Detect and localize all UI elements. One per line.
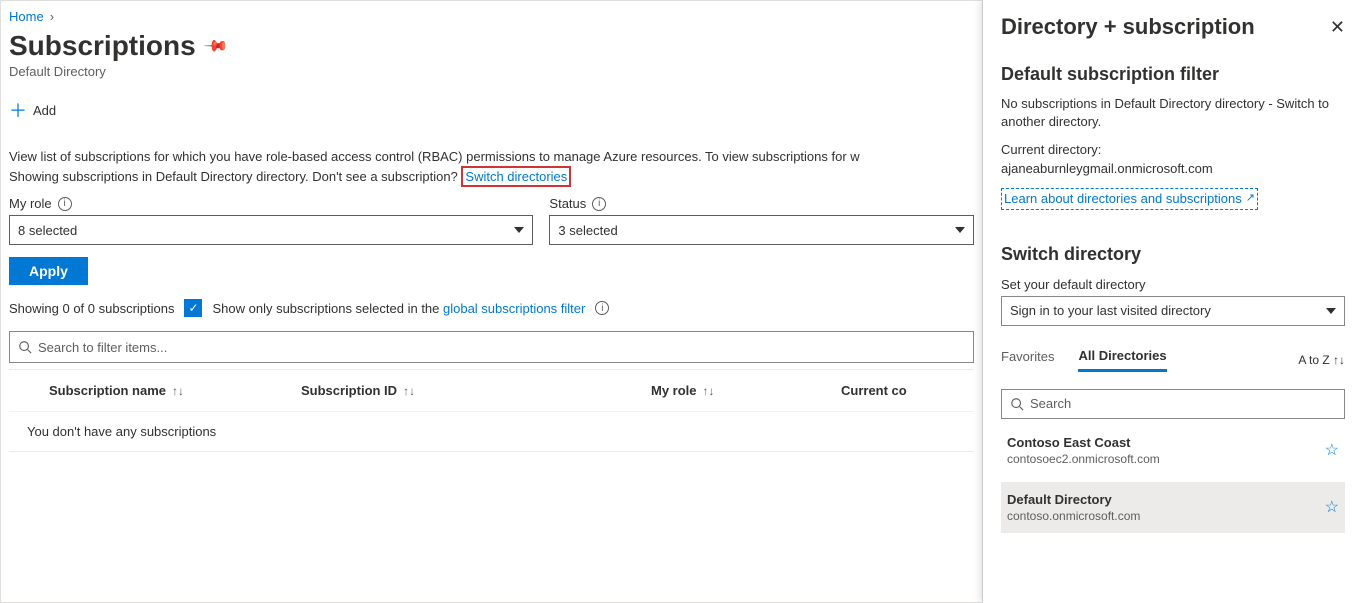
star-icon[interactable]: ☆	[1325, 497, 1339, 517]
directory-subscription-panel: Directory + subscription ✕ Default subsc…	[983, 0, 1363, 603]
current-directory-label: Current directory:	[1001, 141, 1345, 159]
sort-icon[interactable]: ↑↓	[403, 384, 415, 398]
search-input[interactable]: Search to filter items...	[9, 331, 974, 363]
show-only-label: Show only subscriptions selected in the …	[212, 301, 585, 316]
search-icon	[1010, 397, 1024, 411]
plus-icon: ＋	[9, 97, 27, 123]
current-directory-value: ajaneaburnleygmail.onmicrosoft.com	[1001, 160, 1345, 178]
directory-domain: contosoec2.onmicrosoft.com	[1007, 452, 1160, 466]
main-content: Home › Subscriptions 📌 Default Directory…	[0, 0, 983, 603]
col-my-role[interactable]: My role	[651, 383, 697, 398]
default-filter-heading: Default subscription filter	[1001, 64, 1345, 85]
chevron-down-icon	[1326, 308, 1336, 314]
panel-title: Directory + subscription	[1001, 14, 1255, 40]
pin-icon[interactable]: 📌	[202, 32, 230, 60]
subscriptions-table: Subscription name ↑↓ Subscription ID ↑↓ My…	[9, 369, 974, 452]
default-directory-dropdown[interactable]: Sign in to your last visited directory	[1001, 296, 1345, 326]
directory-name: Default Directory	[1007, 492, 1140, 507]
switch-directories-link[interactable]: Switch directories	[465, 169, 567, 184]
showing-count: Showing 0 of 0 subscriptions	[9, 301, 174, 316]
set-default-label: Set your default directory	[1001, 277, 1345, 292]
search-icon	[18, 340, 32, 354]
external-link-icon: ↗	[1246, 191, 1255, 206]
col-current-cost[interactable]: Current co	[841, 383, 907, 398]
empty-row: You don't have any subscriptions	[9, 412, 974, 451]
sort-icon[interactable]: ↑↓	[172, 384, 184, 398]
add-button[interactable]: Add	[33, 103, 56, 118]
info-icon[interactable]: i	[592, 197, 606, 211]
learn-link[interactable]: Learn about directories and subscription…	[1001, 188, 1258, 210]
page-subtitle: Default Directory	[9, 64, 974, 79]
sort-toggle[interactable]: A to Z ↑↓	[1298, 353, 1345, 367]
chevron-right-icon: ›	[50, 9, 54, 24]
tab-favorites[interactable]: Favorites	[1001, 349, 1054, 370]
description-text: View list of subscriptions for which you…	[9, 147, 974, 186]
my-role-label: My role	[9, 196, 52, 211]
chevron-down-icon	[514, 227, 524, 233]
breadcrumb: Home ›	[9, 9, 974, 24]
show-only-checkbox[interactable]: ✓	[184, 299, 202, 317]
info-icon[interactable]: i	[58, 197, 72, 211]
global-filter-link[interactable]: global subscriptions filter	[443, 301, 585, 316]
sort-icon[interactable]: ↑↓	[703, 384, 715, 398]
star-icon[interactable]: ☆	[1325, 440, 1339, 460]
col-subscription-name[interactable]: Subscription name	[49, 383, 166, 398]
directory-name: Contoso East Coast	[1007, 435, 1160, 450]
directory-search-input[interactable]: Search	[1001, 389, 1345, 419]
tab-all-directories[interactable]: All Directories	[1078, 348, 1166, 372]
col-subscription-id[interactable]: Subscription ID	[301, 383, 397, 398]
apply-button[interactable]: Apply	[9, 257, 88, 285]
status-dropdown[interactable]: 3 selected	[549, 215, 974, 245]
status-label: Status	[549, 196, 586, 211]
info-icon[interactable]: i	[595, 301, 609, 315]
breadcrumb-home[interactable]: Home	[9, 9, 44, 24]
switch-directory-heading: Switch directory	[1001, 244, 1345, 265]
close-icon[interactable]: ✕	[1330, 17, 1345, 38]
directory-item[interactable]: Default Directory contoso.onmicrosoft.co…	[1001, 482, 1345, 533]
my-role-dropdown[interactable]: 8 selected	[9, 215, 533, 245]
page-title: Subscriptions	[9, 30, 196, 62]
chevron-down-icon	[955, 227, 965, 233]
no-subscriptions-text: No subscriptions in Default Directory di…	[1001, 95, 1345, 131]
directory-domain: contoso.onmicrosoft.com	[1007, 509, 1140, 523]
directory-item[interactable]: Contoso East Coast contosoec2.onmicrosof…	[1001, 425, 1345, 476]
